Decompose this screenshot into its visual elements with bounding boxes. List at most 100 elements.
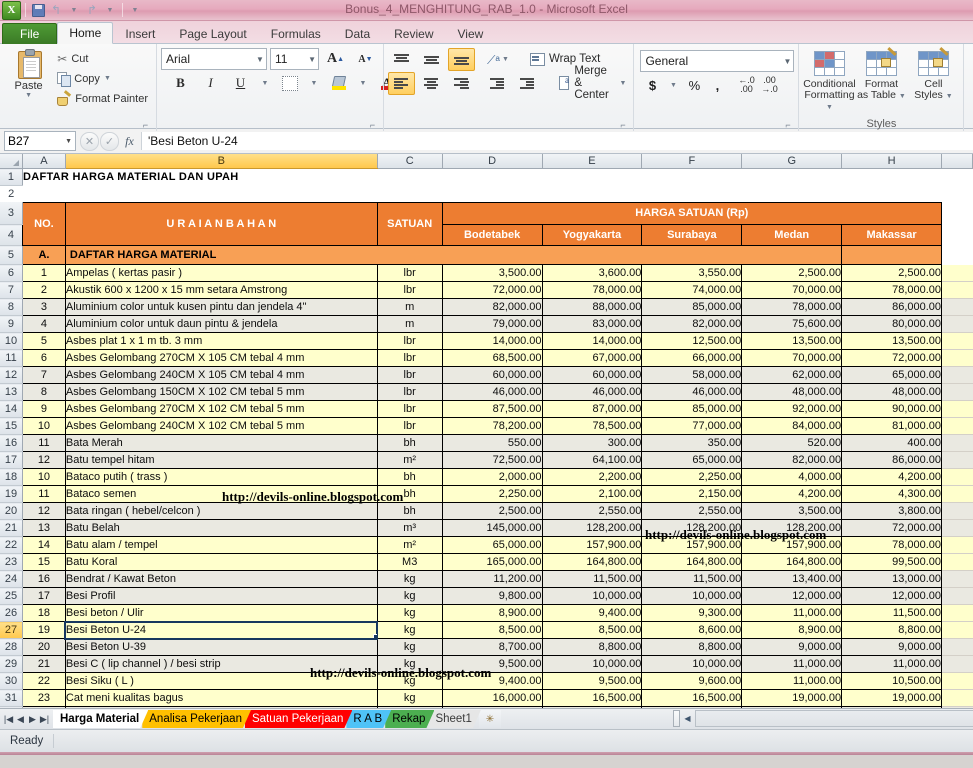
cell-price-medan[interactable]: 11,000.00 xyxy=(742,673,842,690)
table-row[interactable]: 2113Batu Belahm³145,000.00128,200.00128,… xyxy=(0,520,973,537)
cell-description[interactable]: Akustik 600 x 1200 x 15 mm setara Amstro… xyxy=(65,282,377,299)
table-row[interactable]: 2416Bendrat / Kawat Betonkg11,200.0011,5… xyxy=(0,571,973,588)
cell-price-bodetabek[interactable]: 8,900.00 xyxy=(442,605,542,622)
italic-button[interactable]: I xyxy=(197,72,224,95)
cell-overflow[interactable] xyxy=(942,486,973,503)
cell-price-yogyakarta[interactable]: 8,500.00 xyxy=(542,622,642,639)
cell-price-yogyakarta[interactable]: 164,800.00 xyxy=(542,554,642,571)
cell-unit[interactable]: kg xyxy=(377,571,442,588)
cell-price-medan[interactable]: 78,000.00 xyxy=(742,299,842,316)
cell-price-bodetabek[interactable]: 16,000.00 xyxy=(442,690,542,707)
first-sheet-icon[interactable]: |◀ xyxy=(3,714,14,725)
cell-overflow[interactable] xyxy=(942,265,973,282)
cell-description[interactable]: Bataco putih ( trass ) xyxy=(65,469,377,486)
tab-home[interactable]: Home xyxy=(57,22,113,44)
table-row[interactable]: 2820Besi Beton U-39kg8,700.008,800.008,8… xyxy=(0,639,973,656)
next-sheet-icon[interactable]: ▶ xyxy=(27,714,38,725)
cell-price-yogyakarta[interactable]: 3,600.00 xyxy=(542,265,642,282)
cell-price-yogyakarta[interactable]: 83,000.00 xyxy=(542,316,642,333)
row-header-16[interactable]: 16 xyxy=(0,435,22,452)
cell-overflow[interactable] xyxy=(942,435,973,452)
cell-price-yogyakarta[interactable]: 2,550.00 xyxy=(542,503,642,520)
table-row[interactable]: 127Asbes Gelombang 240CM X 105 CM tebal … xyxy=(0,367,973,384)
cell-price-yogyakarta[interactable]: 14,000.00 xyxy=(542,333,642,350)
cell-price-makassar[interactable]: 81,000.00 xyxy=(842,418,942,435)
table-row[interactable]: 1911Bataco semenbh2,250.002,100.002,150.… xyxy=(0,486,973,503)
row-header-8[interactable]: 8 xyxy=(0,299,22,316)
cell-price-yogyakarta[interactable]: 46,000.00 xyxy=(542,384,642,401)
cell-price-medan[interactable]: 19,000.00 xyxy=(742,690,842,707)
cell-unit[interactable]: m xyxy=(377,299,442,316)
chevron-down-icon[interactable]: ▼ xyxy=(946,93,953,100)
cell-unit[interactable]: kg xyxy=(377,690,442,707)
cell-price-surabaya[interactable]: 2,250.00 xyxy=(642,469,742,486)
cut-button[interactable]: ✂ Cut xyxy=(53,49,152,68)
cell-overflow[interactable] xyxy=(942,367,973,384)
cell-price-bodetabek[interactable]: 145,000.00 xyxy=(442,520,542,537)
cell-price-yogyakarta[interactable]: 2,200.00 xyxy=(542,469,642,486)
cell-price-makassar[interactable]: 78,000.00 xyxy=(842,282,942,299)
cell-unit[interactable]: kg xyxy=(377,656,442,673)
cell-no[interactable]: 5 xyxy=(22,333,65,350)
cell-price-surabaya[interactable]: 77,000.00 xyxy=(642,418,742,435)
underline-dropdown[interactable]: ▼ xyxy=(257,72,273,95)
cell-price-yogyakarta[interactable]: 10,000.00 xyxy=(542,588,642,605)
cell-no[interactable]: 18 xyxy=(22,605,65,622)
tab-insert[interactable]: Insert xyxy=(113,23,167,44)
cell-price-surabaya[interactable]: 8,800.00 xyxy=(642,639,742,656)
cell-description[interactable]: Cat meni kualitas bagus xyxy=(65,690,377,707)
row-header-1[interactable]: 1 xyxy=(0,169,22,186)
column-header-i[interactable] xyxy=(942,154,973,169)
cell-price-surabaya[interactable]: 157,900.00 xyxy=(642,537,742,554)
cell-price-surabaya[interactable]: 16,500.00 xyxy=(642,690,742,707)
column-header-f[interactable]: F xyxy=(642,154,742,169)
fill-color-dropdown[interactable]: ▼ xyxy=(355,72,371,95)
cell-unit[interactable]: kg xyxy=(377,605,442,622)
table-row[interactable]: 105Asbes plat 1 x 1 m tb. 3 mmlbr14,000.… xyxy=(0,333,973,350)
cell-no[interactable]: 6 xyxy=(22,350,65,367)
cell-price-medan[interactable]: 9,000.00 xyxy=(742,639,842,656)
align-left-button[interactable] xyxy=(388,72,415,95)
cell-price-bodetabek[interactable]: 78,200.00 xyxy=(442,418,542,435)
row-header-3[interactable]: 3 xyxy=(0,202,22,225)
table-row[interactable]: 3123Cat meni kualitas baguskg16,000.0016… xyxy=(0,690,973,707)
cell-description[interactable]: Batu tempel hitam xyxy=(65,452,377,469)
cell-price-surabaya[interactable]: 82,000.00 xyxy=(642,316,742,333)
cell-description[interactable]: Besi Siku ( L ) xyxy=(65,673,377,690)
orientation-button[interactable]: ⟋ᵃ▼ xyxy=(484,48,512,71)
cell-overflow[interactable] xyxy=(942,282,973,299)
cell-no[interactable]: 1 xyxy=(22,265,65,282)
column-header-h[interactable]: H xyxy=(842,154,942,169)
cell-overflow[interactable] xyxy=(942,588,973,605)
column-header-a[interactable]: A xyxy=(22,154,65,169)
cell-description[interactable]: Batu Belah xyxy=(65,520,377,537)
cell-unit[interactable]: bh xyxy=(377,503,442,520)
table-row[interactable]: 2315Batu KoralM3165,000.00164,800.00164,… xyxy=(0,554,973,571)
cell-price-surabaya[interactable]: 85,000.00 xyxy=(642,401,742,418)
cell-price-makassar[interactable]: 99,500.00 xyxy=(842,554,942,571)
sheet-tab-r-a-b[interactable]: R A B xyxy=(346,710,391,728)
cell-price-bodetabek[interactable]: 82,000.00 xyxy=(442,299,542,316)
table-row[interactable]: 2517Besi Profilkg9,800.0010,000.0010,000… xyxy=(0,588,973,605)
cell-unit[interactable]: m² xyxy=(377,452,442,469)
bold-button[interactable]: B xyxy=(167,72,194,95)
cell-unit[interactable]: lbr xyxy=(377,367,442,384)
cell-no[interactable]: 19 xyxy=(22,622,65,639)
cell-no[interactable]: 2 xyxy=(22,282,65,299)
sheet-tab-rekap[interactable]: Rekap xyxy=(385,710,434,728)
sheet-tab-satuan-pekerjaan[interactable]: Satuan Pekerjaan xyxy=(245,710,352,728)
cell-overflow[interactable] xyxy=(942,656,973,673)
cell-price-medan[interactable]: 70,000.00 xyxy=(742,282,842,299)
cell-unit[interactable]: bh xyxy=(377,469,442,486)
cell-price-surabaya[interactable]: 3,550.00 xyxy=(642,265,742,282)
cell-no[interactable]: 12 xyxy=(22,452,65,469)
cell-unit[interactable]: bh xyxy=(377,486,442,503)
copy-button[interactable]: Copy ▼ xyxy=(53,69,152,88)
insert-function-icon[interactable]: fx xyxy=(120,133,139,150)
cell-description[interactable]: Batu alam / tempel xyxy=(65,537,377,554)
horizontal-scrollbar[interactable]: ◀ xyxy=(673,710,973,727)
cell-unit[interactable]: M3 xyxy=(377,554,442,571)
cell-overflow[interactable] xyxy=(942,605,973,622)
table-row[interactable]: 1510Asbes Gelombang 240CM X 102 CM tebal… xyxy=(0,418,973,435)
column-header-d[interactable]: D xyxy=(442,154,542,169)
